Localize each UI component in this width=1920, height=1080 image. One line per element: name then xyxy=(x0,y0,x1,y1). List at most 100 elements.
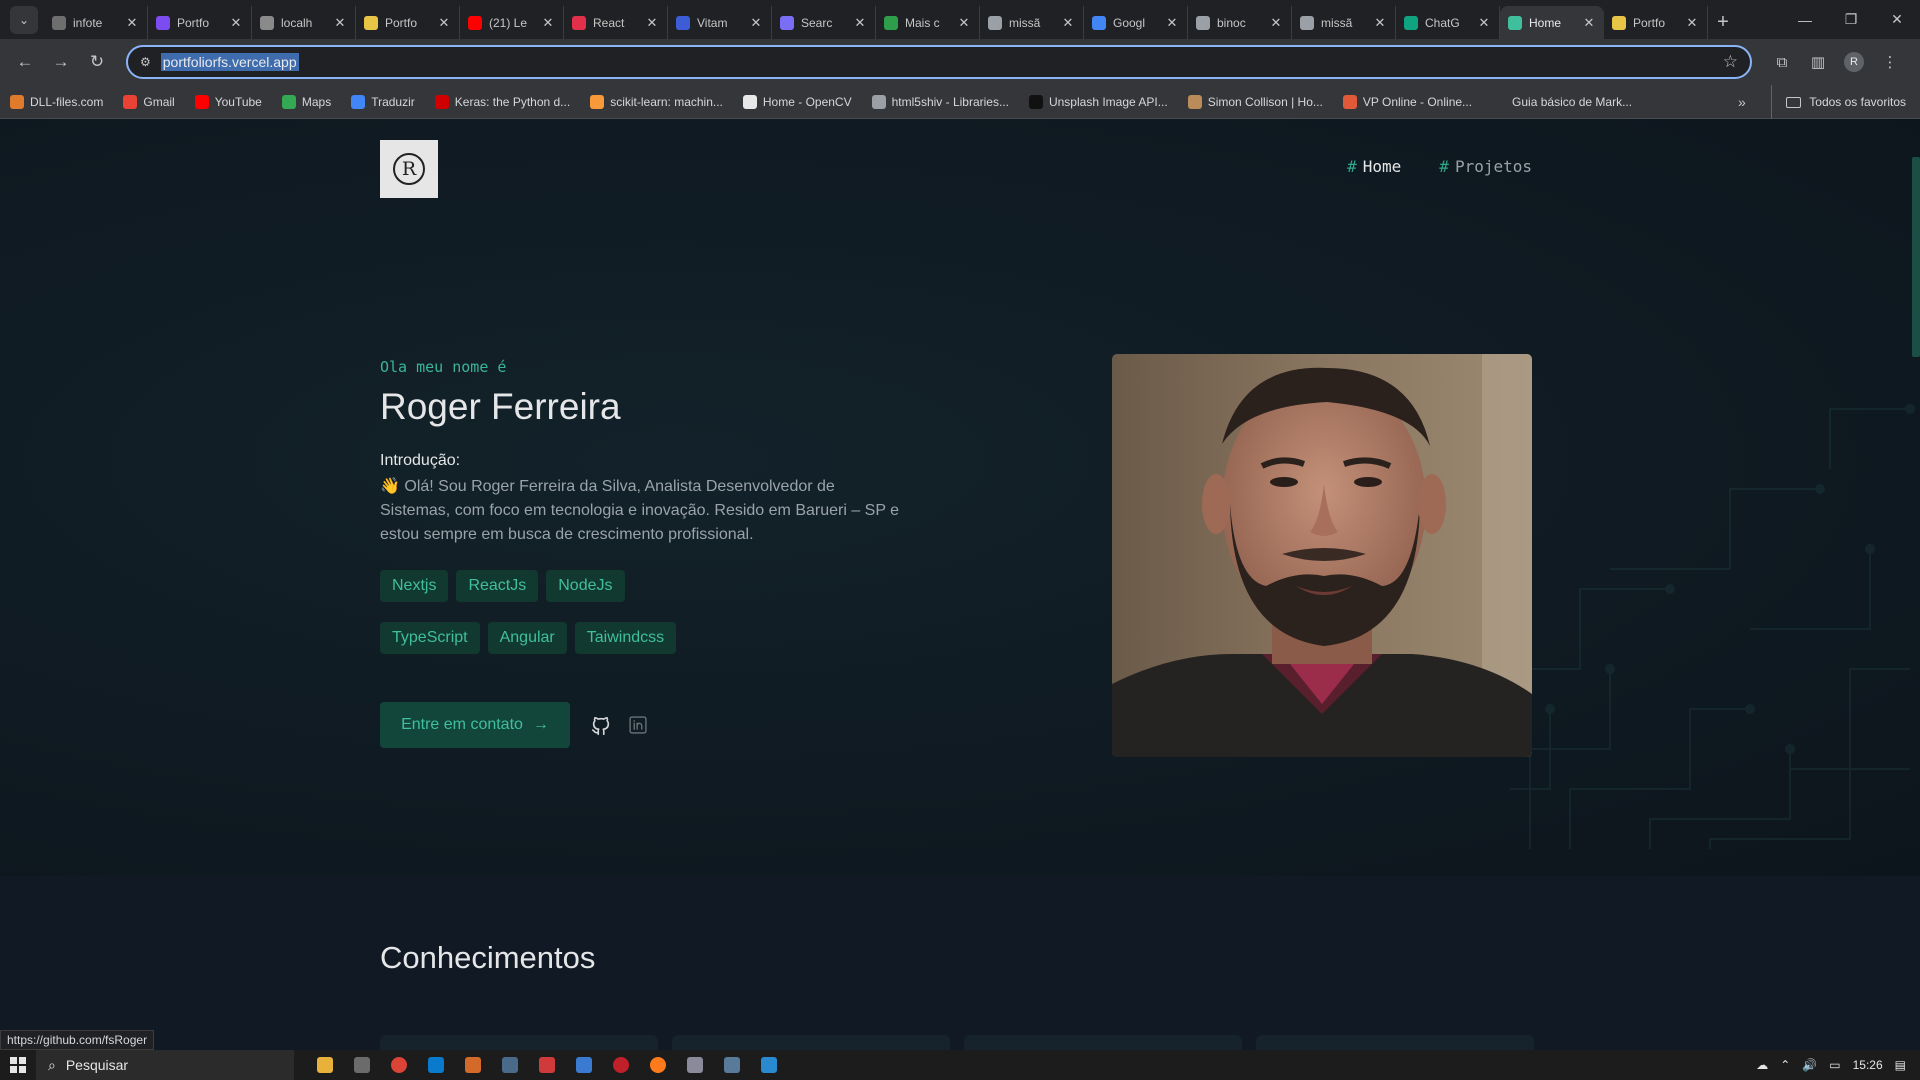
browser-tab[interactable]: Portfo ✕ xyxy=(1604,6,1708,39)
minimize-icon[interactable]: — xyxy=(1782,0,1828,39)
tab-close-icon[interactable]: ✕ xyxy=(437,15,451,31)
bookmark-label: Unsplash Image API... xyxy=(1048,94,1168,109)
cloud-icon[interactable]: ☁ xyxy=(1756,1058,1768,1072)
site-info-icon[interactable]: ⚙ xyxy=(140,55,151,69)
app-icon[interactable] xyxy=(676,1050,713,1080)
tab-close-icon[interactable]: ✕ xyxy=(1477,15,1491,31)
nav-link-home[interactable]: # Home xyxy=(1347,157,1401,176)
browser-tab[interactable]: (21) Le ✕ xyxy=(460,6,564,39)
tab-favicon xyxy=(572,15,586,30)
bookmark-item[interactable]: VP Online - Online... xyxy=(1342,94,1472,109)
bookmark-item[interactable]: Maps xyxy=(281,94,331,109)
knowledge-card[interactable] xyxy=(964,1035,1242,1050)
knowledge-card[interactable] xyxy=(380,1035,658,1050)
tab-close-icon[interactable]: ✕ xyxy=(749,15,763,31)
tab-close-icon[interactable]: ✕ xyxy=(1685,15,1699,31)
profile-avatar[interactable]: R xyxy=(1844,52,1864,72)
tab-close-icon[interactable]: ✕ xyxy=(333,15,347,31)
tab-close-icon[interactable]: ✕ xyxy=(853,15,867,31)
bookmark-item[interactable]: Traduzir xyxy=(351,94,415,109)
browser-tab[interactable]: localh ✕ xyxy=(252,6,356,39)
file-explorer-icon[interactable] xyxy=(306,1050,343,1080)
new-tab-button[interactable]: + xyxy=(1708,7,1738,37)
bookmarks-overflow-icon[interactable]: » xyxy=(1738,85,1746,119)
app-icon[interactable] xyxy=(491,1050,528,1080)
tab-title: Mais c xyxy=(905,15,940,30)
forward-arrow-icon[interactable]: → xyxy=(44,45,78,79)
tab-close-icon[interactable]: ✕ xyxy=(1269,15,1283,31)
bookmark-item[interactable]: html5shiv - Libraries... xyxy=(871,94,1009,109)
site-nav: # Home # Projetos xyxy=(1347,157,1532,176)
restore-icon[interactable]: ❐ xyxy=(1828,0,1874,39)
volume-icon[interactable]: 🔊 xyxy=(1802,1058,1817,1072)
browser-tab[interactable]: Searc ✕ xyxy=(772,6,876,39)
nav-link-projetos[interactable]: # Projetos xyxy=(1439,157,1532,176)
side-panel-icon[interactable]: ▥ xyxy=(1800,45,1836,79)
vscode-icon[interactable] xyxy=(417,1050,454,1080)
app-icon[interactable] xyxy=(602,1050,639,1080)
taskbar-search[interactable]: ⌕ Pesquisar xyxy=(36,1050,294,1080)
bookmark-item[interactable]: DLL-files.com xyxy=(10,94,103,109)
tab-close-icon[interactable]: ✕ xyxy=(1582,15,1596,31)
tab-close-icon[interactable]: ✕ xyxy=(957,15,971,31)
browser-tab[interactable]: infote ✕ xyxy=(44,6,148,39)
knowledge-card[interactable] xyxy=(672,1035,950,1050)
notifications-icon[interactable]: ▤ xyxy=(1895,1058,1906,1072)
url-text[interactable]: portfoliorfs.vercel.app xyxy=(160,53,299,71)
bookmark-item[interactable]: scikit-learn: machin... xyxy=(590,94,723,109)
tab-close-icon[interactable]: ✕ xyxy=(1373,15,1387,31)
bookmark-item[interactable]: YouTube xyxy=(194,94,262,109)
contact-button[interactable]: Entre em contato → xyxy=(380,702,570,748)
app-icon[interactable] xyxy=(713,1050,750,1080)
calculator-icon[interactable] xyxy=(343,1050,380,1080)
github-icon[interactable] xyxy=(590,715,612,737)
all-bookmarks-button[interactable]: Todos os favoritos xyxy=(1771,85,1906,119)
app-icon[interactable] xyxy=(750,1050,787,1080)
browser-tab[interactable]: Home ✕ xyxy=(1500,6,1604,39)
tab-search-button[interactable]: ⌄ xyxy=(10,6,38,34)
tab-close-icon[interactable]: ✕ xyxy=(541,15,555,31)
close-window-icon[interactable]: ✕ xyxy=(1874,0,1920,39)
page-scrollbar-thumb[interactable] xyxy=(1912,157,1920,357)
linkedin-icon[interactable] xyxy=(628,715,648,735)
bookmark-star-icon[interactable]: ☆ xyxy=(1723,52,1738,72)
tab-close-icon[interactable]: ✕ xyxy=(125,15,139,31)
chrome-icon[interactable] xyxy=(380,1050,417,1080)
shield-icon[interactable] xyxy=(565,1050,602,1080)
browser-tab[interactable]: missã ✕ xyxy=(980,6,1084,39)
app-icon[interactable] xyxy=(528,1050,565,1080)
bookmark-item[interactable]: Unsplash Image API... xyxy=(1028,94,1168,109)
tech-tag: ReactJs xyxy=(456,570,539,602)
browser-tab[interactable]: Portfo ✕ xyxy=(356,6,460,39)
browser-tab[interactable]: Googl ✕ xyxy=(1084,6,1188,39)
reload-icon[interactable]: ↻ xyxy=(80,45,114,79)
menu-kebab-icon[interactable]: ⋮ xyxy=(1872,45,1908,79)
windows-start-icon[interactable] xyxy=(0,1050,36,1080)
knowledge-card[interactable] xyxy=(1256,1035,1534,1050)
chevron-up-icon[interactable]: ⌃ xyxy=(1780,1058,1790,1072)
bookmark-item[interactable]: Keras: the Python d... xyxy=(434,94,570,109)
bookmark-item[interactable]: Simon Collison | Ho... xyxy=(1187,94,1323,109)
browser-tab[interactable]: React ✕ xyxy=(564,6,668,39)
browser-tab[interactable]: Mais c ✕ xyxy=(876,6,980,39)
bookmark-item[interactable]: Home - OpenCV xyxy=(742,94,852,109)
browser-tab[interactable]: binoc ✕ xyxy=(1188,6,1292,39)
browser-tab[interactable]: ChatG ✕ xyxy=(1396,6,1500,39)
clock[interactable]: 15:26 xyxy=(1853,1058,1883,1072)
browser-tab[interactable]: missã ✕ xyxy=(1292,6,1396,39)
back-arrow-icon[interactable]: ← xyxy=(8,45,42,79)
network-icon[interactable]: ▭ xyxy=(1829,1058,1840,1072)
bookmark-item[interactable]: Gmail xyxy=(123,94,175,109)
tab-close-icon[interactable]: ✕ xyxy=(1061,15,1075,31)
tab-close-icon[interactable]: ✕ xyxy=(229,15,243,31)
site-logo[interactable]: R xyxy=(380,140,438,198)
bookmark-item[interactable]: Guia básico de Mark... xyxy=(1492,94,1632,109)
address-bar[interactable]: ⚙ portfoliorfs.vercel.app ☆ xyxy=(126,45,1752,79)
browser-tab[interactable]: Portfo ✕ xyxy=(148,6,252,39)
app-icon[interactable] xyxy=(454,1050,491,1080)
tab-close-icon[interactable]: ✕ xyxy=(1165,15,1179,31)
firefox-icon[interactable] xyxy=(639,1050,676,1080)
extensions-icon[interactable]: ⧉ xyxy=(1764,45,1800,79)
tab-close-icon[interactable]: ✕ xyxy=(645,15,659,31)
browser-tab[interactable]: Vitam ✕ xyxy=(668,6,772,39)
